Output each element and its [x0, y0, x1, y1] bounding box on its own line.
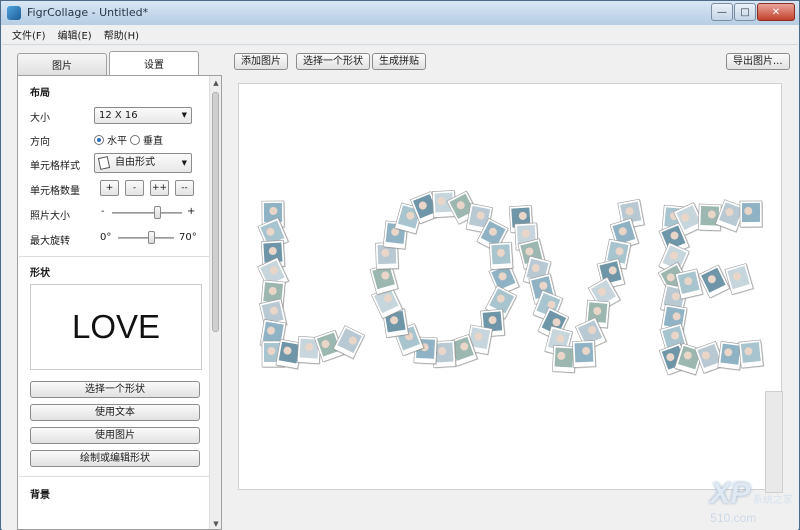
- watermark-cn: 系统之家: [753, 495, 793, 506]
- direction-vertical-label: 垂直: [143, 136, 163, 147]
- choose-shape-toolbar-button[interactable]: 选择一个形状: [296, 53, 370, 70]
- cell-count-plus-button[interactable]: +: [100, 180, 119, 196]
- use-text-button[interactable]: 使用文本: [30, 404, 200, 421]
- window-title: FigrCollage - Untitled*: [27, 6, 149, 19]
- tab-photos[interactable]: 图片: [17, 53, 107, 75]
- photo-size-slider[interactable]: [112, 212, 182, 214]
- menu-edit[interactable]: 编辑(E): [58, 27, 92, 42]
- collage-image: [257, 190, 765, 376]
- photo-size-slider-thumb[interactable]: [153, 206, 161, 219]
- panel-tabs: 图片 设置: [17, 51, 207, 75]
- collage-canvas[interactable]: [238, 83, 782, 490]
- tab-settings[interactable]: 设置: [109, 51, 199, 75]
- freeform-icon: [97, 156, 111, 170]
- cell-count-minus-button[interactable]: -: [125, 180, 144, 196]
- use-image-button[interactable]: 使用图片: [30, 427, 200, 444]
- scrollbar-thumb[interactable]: [212, 92, 219, 332]
- watermark-site: 510.com: [710, 511, 757, 525]
- cell-style-select[interactable]: 自由形式 ▼: [94, 153, 192, 173]
- size-select[interactable]: 12 X 16 ▼: [94, 107, 192, 124]
- cell-style-value: 自由形式: [115, 157, 155, 168]
- rotation-max-label: 70°: [179, 232, 197, 243]
- cell-count-plusplus-button[interactable]: ++: [150, 180, 169, 196]
- add-photos-button[interactable]: 添加图片: [234, 53, 288, 70]
- draw-edit-shape-button[interactable]: 绘制或编辑形状: [30, 450, 200, 467]
- close-button[interactable]: ✕: [757, 3, 795, 21]
- radio-dot-selected: [94, 134, 104, 145]
- layout-heading: 布局: [30, 88, 50, 99]
- shape-preview: LOVE: [30, 284, 202, 370]
- title-bar[interactable]: FigrCollage - Untitled* — □ ✕: [1, 1, 799, 25]
- cell-count-minusminus-button[interactable]: --: [175, 180, 194, 196]
- export-image-button[interactable]: 导出图片...: [726, 53, 790, 70]
- divider: [19, 476, 209, 477]
- collage-photo-tile: [724, 263, 755, 296]
- watermark-brand: XP: [710, 477, 751, 510]
- collage-photo-tile: [738, 339, 765, 369]
- client-area: 图片 设置 布局 大小 12 X 16 ▼ 方向 水平 垂直 单元格样式 自由形…: [2, 46, 798, 530]
- size-select-value: 12 X 16: [99, 110, 138, 121]
- rotation-min-label: 0°: [100, 232, 112, 243]
- maximize-button[interactable]: □: [734, 3, 756, 21]
- photo-size-minus: -: [101, 206, 105, 217]
- app-icon: [7, 6, 21, 20]
- chevron-down-icon: ▼: [181, 111, 187, 119]
- scroll-up-icon[interactable]: ▲: [212, 78, 220, 88]
- menu-file[interactable]: 文件(F): [12, 27, 46, 42]
- background-heading: 背景: [30, 490, 50, 501]
- cell-style-label: 单元格样式: [30, 161, 80, 172]
- divider: [19, 256, 209, 257]
- watermark: XP 系统之家 510.com: [710, 477, 793, 525]
- chevron-down-icon: ▼: [181, 159, 187, 167]
- panel-scrollbar[interactable]: ▲ ▼: [209, 76, 221, 529]
- cell-count-label: 单元格数量: [30, 186, 80, 197]
- collage-photo-tile: [739, 200, 764, 229]
- scroll-down-icon[interactable]: ▼: [212, 519, 220, 529]
- cell-count-buttons: + - ++ --: [100, 180, 200, 196]
- menu-bar: 文件(F) 编辑(E) 帮助(H): [2, 25, 798, 45]
- size-label: 大小: [30, 113, 50, 124]
- collage-photo-tile: [572, 340, 597, 369]
- radio-dot: [130, 134, 140, 145]
- photo-size-label: 照片大小: [30, 211, 70, 222]
- collage-photo-tile: [488, 241, 514, 271]
- max-rotation-label: 最大旋转: [30, 236, 70, 247]
- app-window: FigrCollage - Untitled* — □ ✕ 文件(F) 编辑(E…: [0, 0, 800, 530]
- max-rotation-slider-thumb[interactable]: [147, 231, 155, 244]
- settings-panel: 布局 大小 12 X 16 ▼ 方向 水平 垂直 单元格样式 自由形式 ▼ 单元…: [17, 75, 222, 530]
- max-rotation-slider[interactable]: [118, 237, 174, 239]
- direction-vertical-radio[interactable]: 垂直: [130, 132, 163, 147]
- generate-collage-button[interactable]: 生成拼贴: [372, 53, 426, 70]
- choose-shape-button[interactable]: 选择一个形状: [30, 381, 200, 398]
- minimize-button[interactable]: —: [711, 3, 733, 21]
- direction-horizontal-label: 水平: [107, 136, 127, 147]
- photo-size-plus: +: [187, 206, 196, 217]
- shape-heading: 形状: [30, 268, 50, 279]
- menu-help[interactable]: 帮助(H): [104, 27, 139, 42]
- direction-horizontal-radio[interactable]: 水平: [94, 132, 127, 147]
- direction-label: 方向: [30, 137, 50, 148]
